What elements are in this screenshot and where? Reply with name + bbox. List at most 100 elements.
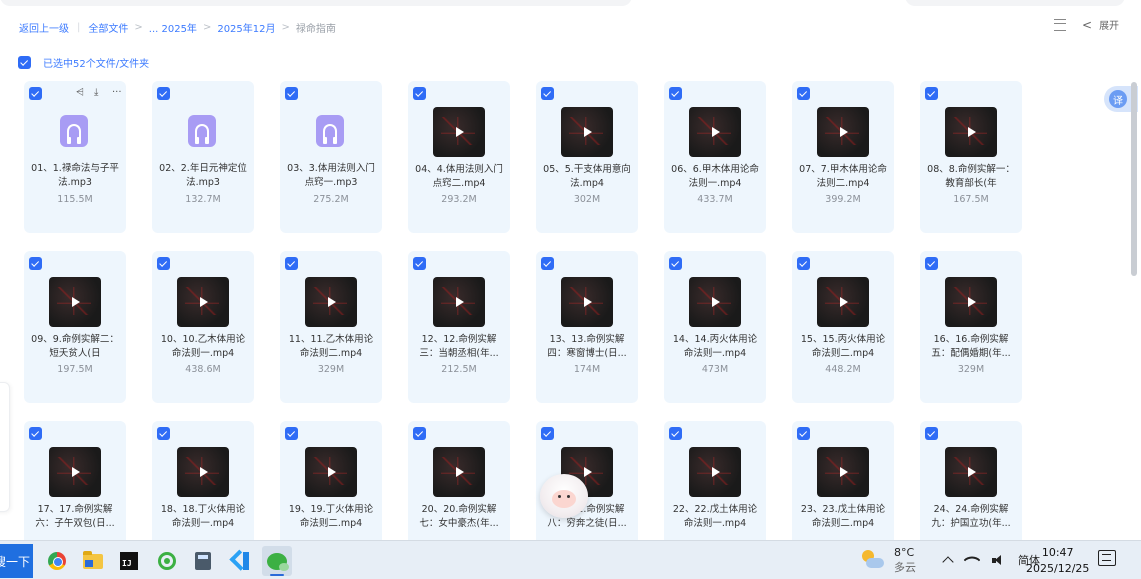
file-card[interactable]: 10、10.乙木体用论命法则一.mp4 438.6M bbox=[152, 251, 254, 403]
file-grid: ⩤ ⤓ ··· 01、1.禄命法与子平法.mp3 115.5M 02、2.年日元神定位法.… bbox=[24, 81, 1034, 573]
expand-button[interactable]: 展开 bbox=[1099, 17, 1119, 32]
play-icon bbox=[712, 467, 720, 477]
file-size: 293.2M bbox=[441, 194, 477, 205]
file-card[interactable]: 09、9.命例实解二：短夭贫人(日 197.5M bbox=[24, 251, 126, 403]
file-checkbox[interactable] bbox=[29, 87, 42, 100]
scrollbar[interactable] bbox=[1131, 82, 1137, 276]
video-thumbnail bbox=[689, 447, 741, 497]
file-card[interactable]: 04、4.体用法则入门点窍二.mp4 293.2M bbox=[408, 81, 510, 233]
weather-widget[interactable]: 8°C 多云 bbox=[860, 545, 916, 575]
chevron-left-icon[interactable]: < bbox=[1082, 18, 1092, 32]
file-checkbox[interactable] bbox=[29, 427, 42, 440]
mascot-face bbox=[552, 490, 576, 508]
breadcrumb-all-files[interactable]: 全部文件 bbox=[88, 20, 128, 35]
show-hidden-icons-icon[interactable] bbox=[942, 556, 954, 568]
video-thumbnail bbox=[561, 107, 613, 157]
file-checkbox[interactable] bbox=[797, 87, 810, 100]
file-name: 14、14.丙火体用论命法则一.mp4 bbox=[672, 334, 758, 359]
file-card[interactable]: 02、2.年日元神定位法.mp3 132.7M bbox=[152, 81, 254, 233]
file-checkbox[interactable] bbox=[413, 257, 426, 270]
file-card[interactable]: ⩤ ⤓ ··· 01、1.禄命法与子平法.mp3 115.5M bbox=[24, 81, 126, 233]
list-view-icon[interactable] bbox=[1054, 18, 1066, 31]
file-name: 10、10.乙木体用论命法则一.mp4 bbox=[160, 334, 246, 359]
file-card[interactable]: 12、12.命例实解三：当朝丞相(年... 212.5M bbox=[408, 251, 510, 403]
file-checkbox[interactable] bbox=[29, 257, 42, 270]
vscode-icon[interactable] bbox=[225, 546, 255, 576]
taskbar-clock[interactable]: 10:47 2025/12/25 bbox=[1026, 545, 1089, 577]
file-checkbox[interactable] bbox=[413, 427, 426, 440]
file-checkbox[interactable] bbox=[541, 87, 554, 100]
file-size: 275.2M bbox=[313, 194, 349, 205]
file-card[interactable]: 15、15.丙火体用论命法则二.mp4 448.2M bbox=[792, 251, 894, 403]
file-card[interactable]: 03、3.体用法则入门点窍一.mp3 275.2M bbox=[280, 81, 382, 233]
chrome-app-icon[interactable] bbox=[42, 546, 72, 576]
video-thumbnail bbox=[689, 107, 741, 157]
calculator-app-icon[interactable] bbox=[188, 546, 218, 576]
video-thumbnail bbox=[817, 107, 869, 157]
green-app-icon[interactable] bbox=[152, 546, 182, 576]
file-name: 12、12.命例实解三：当朝丞相(年... bbox=[419, 334, 499, 359]
wifi-icon[interactable] bbox=[963, 551, 981, 569]
file-card[interactable]: 05、5.干支体用意向法.mp4 302M bbox=[536, 81, 638, 233]
file-card[interactable]: 06、6.甲木体用论命法则一.mp4 433.7M bbox=[664, 81, 766, 233]
file-checkbox[interactable] bbox=[541, 257, 554, 270]
file-size: 473M bbox=[701, 364, 729, 375]
file-checkbox[interactable] bbox=[157, 427, 170, 440]
file-card[interactable]: 07、7.甲木体用论命法则二.mp4 399.2M bbox=[792, 81, 894, 233]
file-checkbox[interactable] bbox=[669, 257, 682, 270]
file-checkbox[interactable] bbox=[541, 427, 554, 440]
file-checkbox[interactable] bbox=[157, 257, 170, 270]
file-checkbox[interactable] bbox=[797, 427, 810, 440]
play-icon bbox=[72, 297, 80, 307]
file-name: 02、2.年日元神定位法.mp3 bbox=[159, 163, 247, 188]
file-size: 433.7M bbox=[697, 194, 733, 205]
breadcrumb-back[interactable]: 返回上一级 bbox=[19, 20, 69, 35]
file-name: 16、16.命例实解五：配偶婚期(年... bbox=[931, 334, 1011, 359]
file-checkbox[interactable] bbox=[925, 257, 938, 270]
file-checkbox[interactable] bbox=[669, 87, 682, 100]
file-checkbox[interactable] bbox=[797, 257, 810, 270]
file-checkbox[interactable] bbox=[285, 257, 298, 270]
download-icon[interactable]: ⤓ bbox=[94, 87, 104, 98]
volume-icon[interactable] bbox=[992, 554, 1004, 566]
clock-date: 2025/12/25 bbox=[1026, 562, 1090, 575]
intellij-icon[interactable]: IJ bbox=[114, 546, 144, 576]
file-card[interactable]: 13、13.命例实解四：寒窗博士(日... 174M bbox=[536, 251, 638, 403]
play-icon bbox=[968, 127, 976, 137]
file-checkbox[interactable] bbox=[925, 427, 938, 440]
video-thumbnail bbox=[561, 277, 613, 327]
taskbar-search-button[interactable]: 搜一下 bbox=[0, 544, 33, 578]
notification-icon[interactable] bbox=[1098, 550, 1116, 566]
file-checkbox[interactable] bbox=[669, 427, 682, 440]
file-checkbox[interactable] bbox=[285, 87, 298, 100]
breadcrumb-2025[interactable]: ... 2025年 bbox=[149, 20, 197, 35]
play-icon bbox=[840, 467, 848, 477]
breadcrumb-month[interactable]: 2025年12月 bbox=[217, 20, 275, 35]
file-checkbox[interactable] bbox=[925, 87, 938, 100]
file-name: 18、18.丁火体用论命法则一.mp4 bbox=[160, 504, 246, 529]
play-icon bbox=[456, 467, 464, 477]
select-all-checkbox[interactable] bbox=[18, 56, 31, 69]
file-checkbox[interactable] bbox=[413, 87, 426, 100]
file-name: 06、6.甲木体用论命法则一.mp4 bbox=[671, 164, 759, 189]
search-box-remnant[interactable] bbox=[905, 0, 1125, 6]
share-icon[interactable]: ⩤ bbox=[76, 87, 86, 98]
play-icon bbox=[968, 467, 976, 477]
file-size: 167.5M bbox=[953, 194, 989, 205]
file-name: 05、5.干支体用意向法.mp4 bbox=[543, 164, 631, 189]
file-card[interactable]: 08、8.命例实解一：教育部长(年 167.5M bbox=[920, 81, 1022, 233]
wechat-icon[interactable] bbox=[262, 546, 292, 576]
file-name: 19、19.丁火体用论命法则二.mp4 bbox=[288, 504, 374, 529]
file-card[interactable]: 16、16.命例实解五：配偶婚期(年... 329M bbox=[920, 251, 1022, 403]
file-card[interactable]: 14、14.丙火体用论命法则一.mp4 473M bbox=[664, 251, 766, 403]
file-size: 448.2M bbox=[825, 364, 861, 375]
more-icon[interactable]: ··· bbox=[112, 87, 122, 98]
assistant-mascot-icon[interactable] bbox=[540, 474, 588, 518]
file-explorer-icon[interactable] bbox=[78, 546, 108, 576]
file-checkbox[interactable] bbox=[285, 427, 298, 440]
file-size: 115.5M bbox=[57, 194, 93, 205]
file-card[interactable]: 11、11.乙木体用论命法则二.mp4 329M bbox=[280, 251, 382, 403]
side-panel-edge[interactable] bbox=[0, 382, 10, 512]
video-thumbnail bbox=[945, 447, 997, 497]
file-checkbox[interactable] bbox=[157, 87, 170, 100]
